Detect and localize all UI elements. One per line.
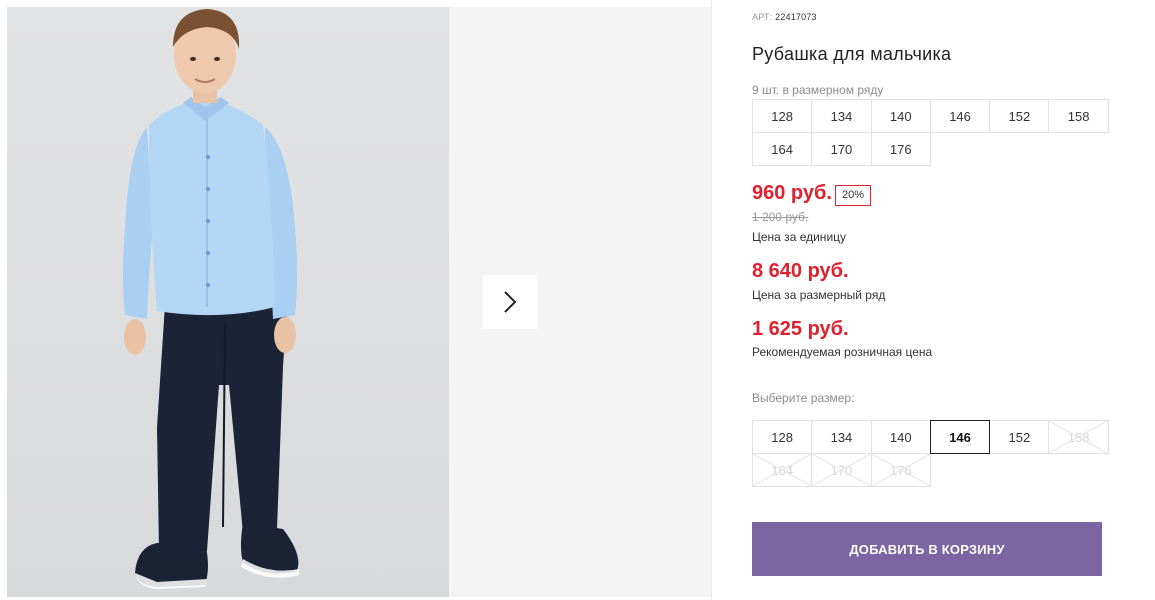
retail-price: 1 625 руб.: [752, 318, 849, 340]
pack-size-grid: 128 134 140 146 152 158 164 170 176: [752, 99, 1109, 166]
crossed-out-icon: [812, 454, 871, 486]
size-option[interactable]: 128: [752, 420, 813, 454]
pack-size-note: 9 шт. в размерном ряду: [752, 83, 884, 97]
old-price: 1 200 руб.: [752, 210, 809, 224]
pack-price-label: Цена за размерный ряд: [752, 288, 886, 302]
product-gallery: [7, 7, 711, 597]
product-photo[interactable]: [7, 7, 449, 597]
size-picker-label: Выберите размер:: [752, 391, 855, 405]
article-label: АРТ:: [752, 12, 773, 22]
crossed-out-icon: [753, 454, 812, 486]
size-option-unavailable: 164: [752, 453, 813, 487]
pack-price: 8 640 руб.: [752, 260, 849, 282]
size-option-unavailable: 158: [1048, 420, 1109, 454]
pack-size-cell: 176: [870, 132, 931, 166]
pack-size-cell: 152: [989, 99, 1050, 133]
pack-size-cell: 164: [752, 132, 813, 166]
unit-price-label: Цена за единицу: [752, 230, 847, 244]
size-option-unavailable: 176: [870, 453, 931, 487]
pack-size-cell: 128: [752, 99, 813, 133]
size-option[interactable]: 134: [811, 420, 872, 454]
unit-price: 960 руб.: [752, 182, 832, 204]
column-divider: [711, 0, 712, 600]
boy-in-shirt-illustration: [123, 9, 299, 589]
crossed-out-icon: [1049, 421, 1108, 453]
product-info: АРТ: 22417073 Рубашка для мальчика 9 шт.…: [752, 0, 1112, 600]
pack-size-cell: 140: [870, 99, 931, 133]
retail-price-label: Рекомендуемая розничная цена: [752, 345, 933, 359]
size-option-unavailable: 170: [811, 453, 872, 487]
pack-size-cell: 158: [1048, 99, 1109, 133]
pack-size-cell: 134: [811, 99, 872, 133]
article-number: АРТ: 22417073: [752, 12, 817, 22]
pack-size-cell: 146: [929, 99, 991, 133]
product-title: Рубашка для мальчика: [752, 44, 952, 64]
add-to-cart-button[interactable]: ДОБАВИТЬ В КОРЗИНУ: [752, 522, 1102, 576]
chevron-right-icon: [502, 290, 518, 314]
size-option[interactable]: 152: [989, 420, 1050, 454]
article-value: 22417073: [775, 12, 817, 22]
size-picker: 128 134 140 146 152 158 164 170 176: [752, 420, 1109, 487]
size-option[interactable]: 140: [870, 420, 931, 454]
gallery-next-button[interactable]: [483, 275, 537, 329]
crossed-out-icon: [871, 454, 930, 486]
size-option-selected[interactable]: 146: [929, 420, 991, 454]
discount-badge: 20%: [835, 185, 872, 206]
pack-size-cell: 170: [811, 132, 872, 166]
